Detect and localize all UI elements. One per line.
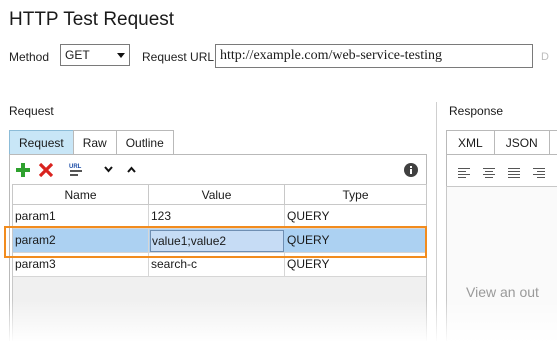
- chevron-down-icon: [117, 53, 125, 58]
- request-section-title: Request: [9, 104, 54, 118]
- selected-row-highlight: [4, 226, 427, 258]
- column-header-name[interactable]: Name: [13, 185, 149, 205]
- response-section-title: Response: [449, 104, 504, 118]
- chevron-up-icon[interactable]: [127, 166, 136, 173]
- cut-off-label: D: [541, 51, 549, 63]
- param-name-cell[interactable]: param1: [13, 205, 149, 228]
- tab-more[interactable]: [548, 130, 557, 154]
- info-icon[interactable]: [404, 163, 418, 177]
- chevron-down-icon[interactable]: [104, 166, 113, 173]
- response-viewer[interactable]: [446, 186, 557, 341]
- svg-text:URL: URL: [69, 164, 82, 170]
- request-url-label: Request URL:: [142, 50, 218, 64]
- method-label: Method: [9, 50, 50, 64]
- response-placeholder: View an out: [466, 284, 539, 300]
- param-type-cell[interactable]: QUERY: [285, 205, 426, 228]
- delete-icon[interactable]: [39, 163, 53, 177]
- url-encode-icon[interactable]: URL: [68, 162, 86, 178]
- add-icon[interactable]: [16, 163, 30, 177]
- tab-json[interactable]: JSON: [493, 130, 550, 154]
- response-tab-bar: XML JSON: [446, 130, 557, 154]
- align-left-icon[interactable]: [458, 168, 472, 180]
- tab-outline[interactable]: Outline: [115, 130, 174, 154]
- request-tab-bar: Request Raw Outline: [9, 130, 174, 154]
- param-value-cell[interactable]: 123: [149, 205, 285, 228]
- page-title: HTTP Test Request: [9, 9, 175, 30]
- request-url-input[interactable]: http://example.com/web-service-testing: [215, 44, 533, 68]
- panel-divider[interactable]: [436, 102, 437, 341]
- tab-request[interactable]: Request: [9, 130, 74, 154]
- column-header-value[interactable]: Value: [149, 185, 285, 205]
- column-header-type[interactable]: Type: [285, 185, 426, 205]
- align-center-icon[interactable]: [483, 168, 497, 180]
- method-value: GET: [65, 48, 90, 62]
- tab-raw[interactable]: Raw: [72, 130, 117, 154]
- align-right-icon[interactable]: [533, 168, 547, 180]
- align-justify-icon[interactable]: [508, 168, 522, 180]
- parameters-grid: Name Value Type param1 123 QUERY param2 …: [12, 184, 427, 341]
- method-select[interactable]: GET: [60, 44, 130, 66]
- tab-xml[interactable]: XML: [446, 130, 495, 154]
